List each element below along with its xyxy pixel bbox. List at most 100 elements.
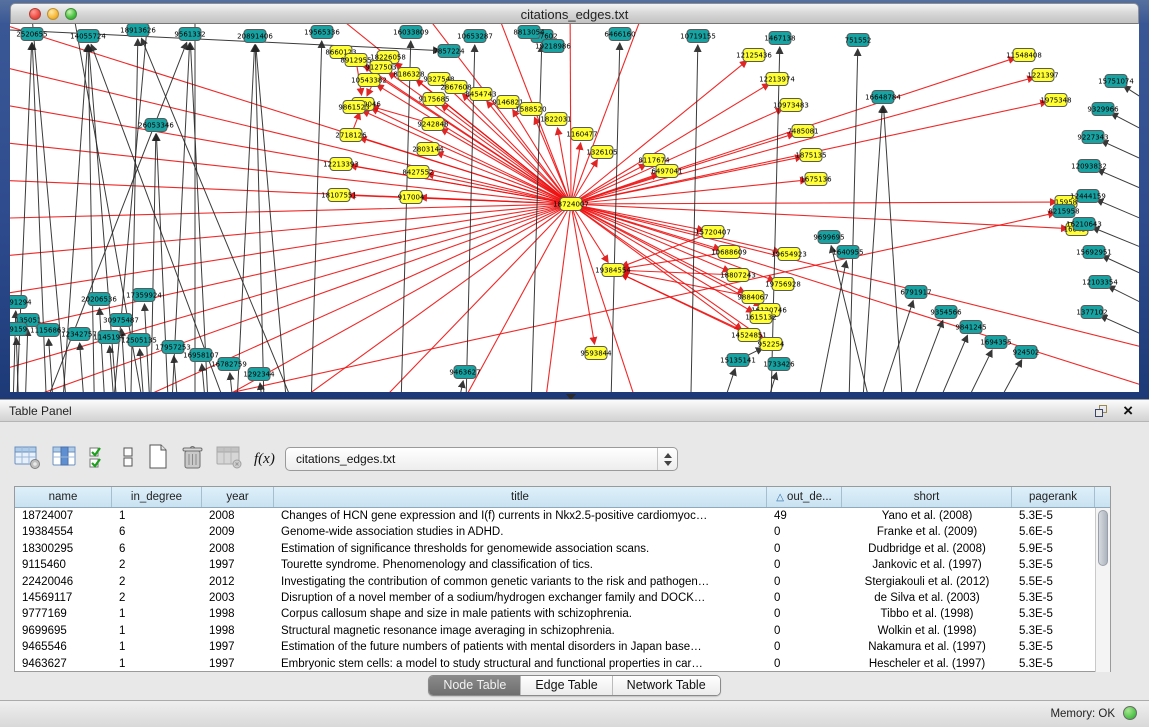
graph-node[interactable]: 20206536 bbox=[81, 293, 117, 306]
graph-node[interactable]: 9175685 bbox=[418, 93, 449, 106]
table-row[interactable]: 969969511998Structural magnetic resonanc… bbox=[15, 623, 1095, 639]
graph-node[interactable]: 1467138 bbox=[764, 32, 795, 45]
select-all-checkboxes-icon[interactable] bbox=[88, 444, 110, 475]
column-header-pagerank[interactable]: pagerank bbox=[1012, 487, 1095, 507]
graph-node[interactable]: 20891406 bbox=[237, 30, 273, 43]
graph-node[interactable]: 1160477 bbox=[566, 128, 597, 141]
graph-node[interactable]: 9593844 bbox=[580, 347, 612, 360]
column-header-out_de[interactable]: △out_de... bbox=[767, 487, 842, 507]
graph-node[interactable]: 9227343 bbox=[1077, 131, 1108, 144]
graph-node[interactable]: 6466160 bbox=[604, 28, 635, 41]
graph-node[interactable]: 917004 bbox=[398, 191, 425, 204]
graph-node[interactable]: 2520655 bbox=[16, 28, 47, 41]
graph-node[interactable]: 1377102 bbox=[1076, 306, 1107, 319]
graph-node[interactable]: 12342757 bbox=[61, 328, 97, 341]
graph-node[interactable]: 16648784 bbox=[865, 91, 901, 104]
graph-node[interactable]: 1221397 bbox=[1027, 69, 1058, 82]
graph-node[interactable]: 12125436 bbox=[736, 49, 772, 62]
graph-node[interactable]: 15692951 bbox=[1076, 246, 1112, 259]
graph-node[interactable]: 9127503 bbox=[365, 61, 396, 74]
column-header-year[interactable]: year bbox=[202, 487, 274, 507]
delete-table-icon[interactable] bbox=[181, 443, 205, 476]
column-header-title[interactable]: title bbox=[274, 487, 767, 507]
graph-node[interactable]: 10653287 bbox=[457, 30, 493, 43]
graph-node[interactable]: 1640955 bbox=[832, 246, 863, 259]
scrollbar-thumb[interactable] bbox=[1098, 510, 1108, 566]
unselect-rows-icon[interactable] bbox=[121, 444, 135, 475]
table-row[interactable]: 1938455462009Genome-wide association stu… bbox=[15, 524, 1095, 540]
graph-node[interactable]: 10688609 bbox=[711, 246, 747, 259]
network-window-titlebar[interactable]: citations_edges.txt bbox=[10, 3, 1139, 24]
table-row[interactable]: 2242004622012Investigating the contribut… bbox=[15, 574, 1095, 590]
graph-node[interactable]: 12213393 bbox=[323, 158, 359, 171]
graph-node[interactable]: 10543382 bbox=[351, 74, 387, 87]
table-row[interactable]: 1830029562008Estimation of significance … bbox=[15, 541, 1095, 557]
graph-node[interactable]: 1822031 bbox=[540, 113, 571, 126]
graph-node[interactable]: 1615132 bbox=[745, 311, 776, 324]
graph-node[interactable]: 6791917 bbox=[900, 286, 931, 299]
table-row[interactable]: 1872400712008Changes of HCN gene express… bbox=[15, 508, 1095, 524]
graph-node[interactable]: 12093832 bbox=[1071, 160, 1107, 173]
graph-node[interactable]: 18107551 bbox=[321, 189, 357, 202]
graph-node[interactable]: 19654923 bbox=[771, 248, 807, 261]
graph-node[interactable]: 12213974 bbox=[759, 73, 795, 86]
select-column-icon[interactable] bbox=[52, 444, 77, 475]
graph-node[interactable]: 7857224 bbox=[433, 45, 465, 58]
graph-node[interactable]: 8186328 bbox=[393, 68, 424, 81]
graph-node[interactable]: 9861523 bbox=[338, 101, 369, 114]
graph-node[interactable]: 16033809 bbox=[393, 26, 429, 39]
graph-node[interactable]: 1292344 bbox=[243, 368, 275, 381]
tab-edge-table[interactable]: Edge Table bbox=[521, 676, 612, 695]
column-header-in_degree[interactable]: in_degree bbox=[112, 487, 202, 507]
new-table-icon[interactable] bbox=[146, 443, 170, 476]
graph-node[interactable]: 15751074 bbox=[1098, 75, 1134, 88]
close-panel-icon[interactable]: × bbox=[1123, 401, 1133, 421]
graph-node[interactable]: 9884067 bbox=[737, 291, 768, 304]
graph-node[interactable]: 8427552 bbox=[402, 166, 433, 179]
graph-node[interactable]: 9561332 bbox=[174, 28, 205, 41]
network-canvas[interactable]: 1872400786601238912955182260589127503818… bbox=[10, 24, 1139, 392]
graph-node[interactable]: 17359924 bbox=[126, 289, 162, 302]
table-row[interactable]: 1456911722003Disruption of a novel membe… bbox=[15, 590, 1095, 606]
graph-node[interactable]: 9354566 bbox=[930, 306, 962, 319]
graph-node[interactable]: 18913626 bbox=[120, 24, 156, 37]
graph-node[interactable]: 6497041 bbox=[651, 165, 682, 178]
graph-node[interactable]: 9463627 bbox=[449, 366, 480, 379]
graph-node[interactable]: 7485081 bbox=[787, 125, 818, 138]
table-row[interactable]: 946362711997Embryonic stem cells: a mode… bbox=[15, 656, 1095, 672]
graph-node[interactable]: 2718126 bbox=[335, 129, 367, 142]
graph-node[interactable]: 1875135 bbox=[795, 149, 826, 162]
tab-network-table[interactable]: Network Table bbox=[613, 676, 720, 695]
graph-node[interactable]: 9699695 bbox=[813, 231, 844, 244]
float-panel-icon[interactable] bbox=[1095, 405, 1109, 418]
tab-node-table[interactable]: Node Table bbox=[429, 676, 521, 695]
function-builder-icon[interactable]: f(x) bbox=[254, 451, 275, 468]
column-header-short[interactable]: short bbox=[842, 487, 1012, 507]
graph-node[interactable]: 10719155 bbox=[680, 30, 716, 43]
graph-node[interactable]: 1733426 bbox=[763, 358, 795, 371]
graph-node[interactable]: 8215958 bbox=[1048, 205, 1079, 218]
graph-node[interactable]: 19565336 bbox=[304, 26, 340, 39]
vertical-scrollbar[interactable] bbox=[1095, 508, 1110, 672]
graph-node[interactable]: 1675136 bbox=[800, 173, 832, 186]
graph-node[interactable]: 952254 bbox=[758, 338, 785, 351]
graph-node[interactable]: 751552 bbox=[845, 34, 872, 47]
table-row[interactable]: 977716911998Corpus callosum shape and si… bbox=[15, 606, 1095, 622]
table-row[interactable]: 911546021997Tourette syndrome. Phenomeno… bbox=[15, 557, 1095, 573]
graph-node[interactable]: 1694355 bbox=[980, 336, 1011, 349]
graph-node[interactable]: 12103354 bbox=[1082, 276, 1118, 289]
graph-node[interactable]: 9242848 bbox=[417, 118, 448, 131]
graph-node[interactable]: 9841245 bbox=[955, 321, 986, 334]
graph-node[interactable]: 1588520 bbox=[515, 103, 546, 116]
graph-node[interactable]: 15135141 bbox=[720, 354, 756, 367]
table-selector-combobox[interactable]: citations_edges.txt bbox=[285, 447, 678, 471]
graph-node[interactable]: 1326105 bbox=[586, 146, 617, 159]
graph-node[interactable]: 924502 bbox=[1013, 346, 1040, 359]
graph-node[interactable]: 14055724 bbox=[70, 30, 106, 43]
graph-node[interactable]: 39159 bbox=[10, 323, 27, 336]
memory-status-indicator[interactable] bbox=[1123, 706, 1137, 720]
graph-node[interactable]: 9329966 bbox=[1087, 103, 1119, 116]
table-row[interactable]: 946554611997Estimation of the future num… bbox=[15, 639, 1095, 655]
graph-node[interactable]: 1975348 bbox=[1040, 94, 1071, 107]
column-settings-icon[interactable] bbox=[14, 444, 41, 475]
